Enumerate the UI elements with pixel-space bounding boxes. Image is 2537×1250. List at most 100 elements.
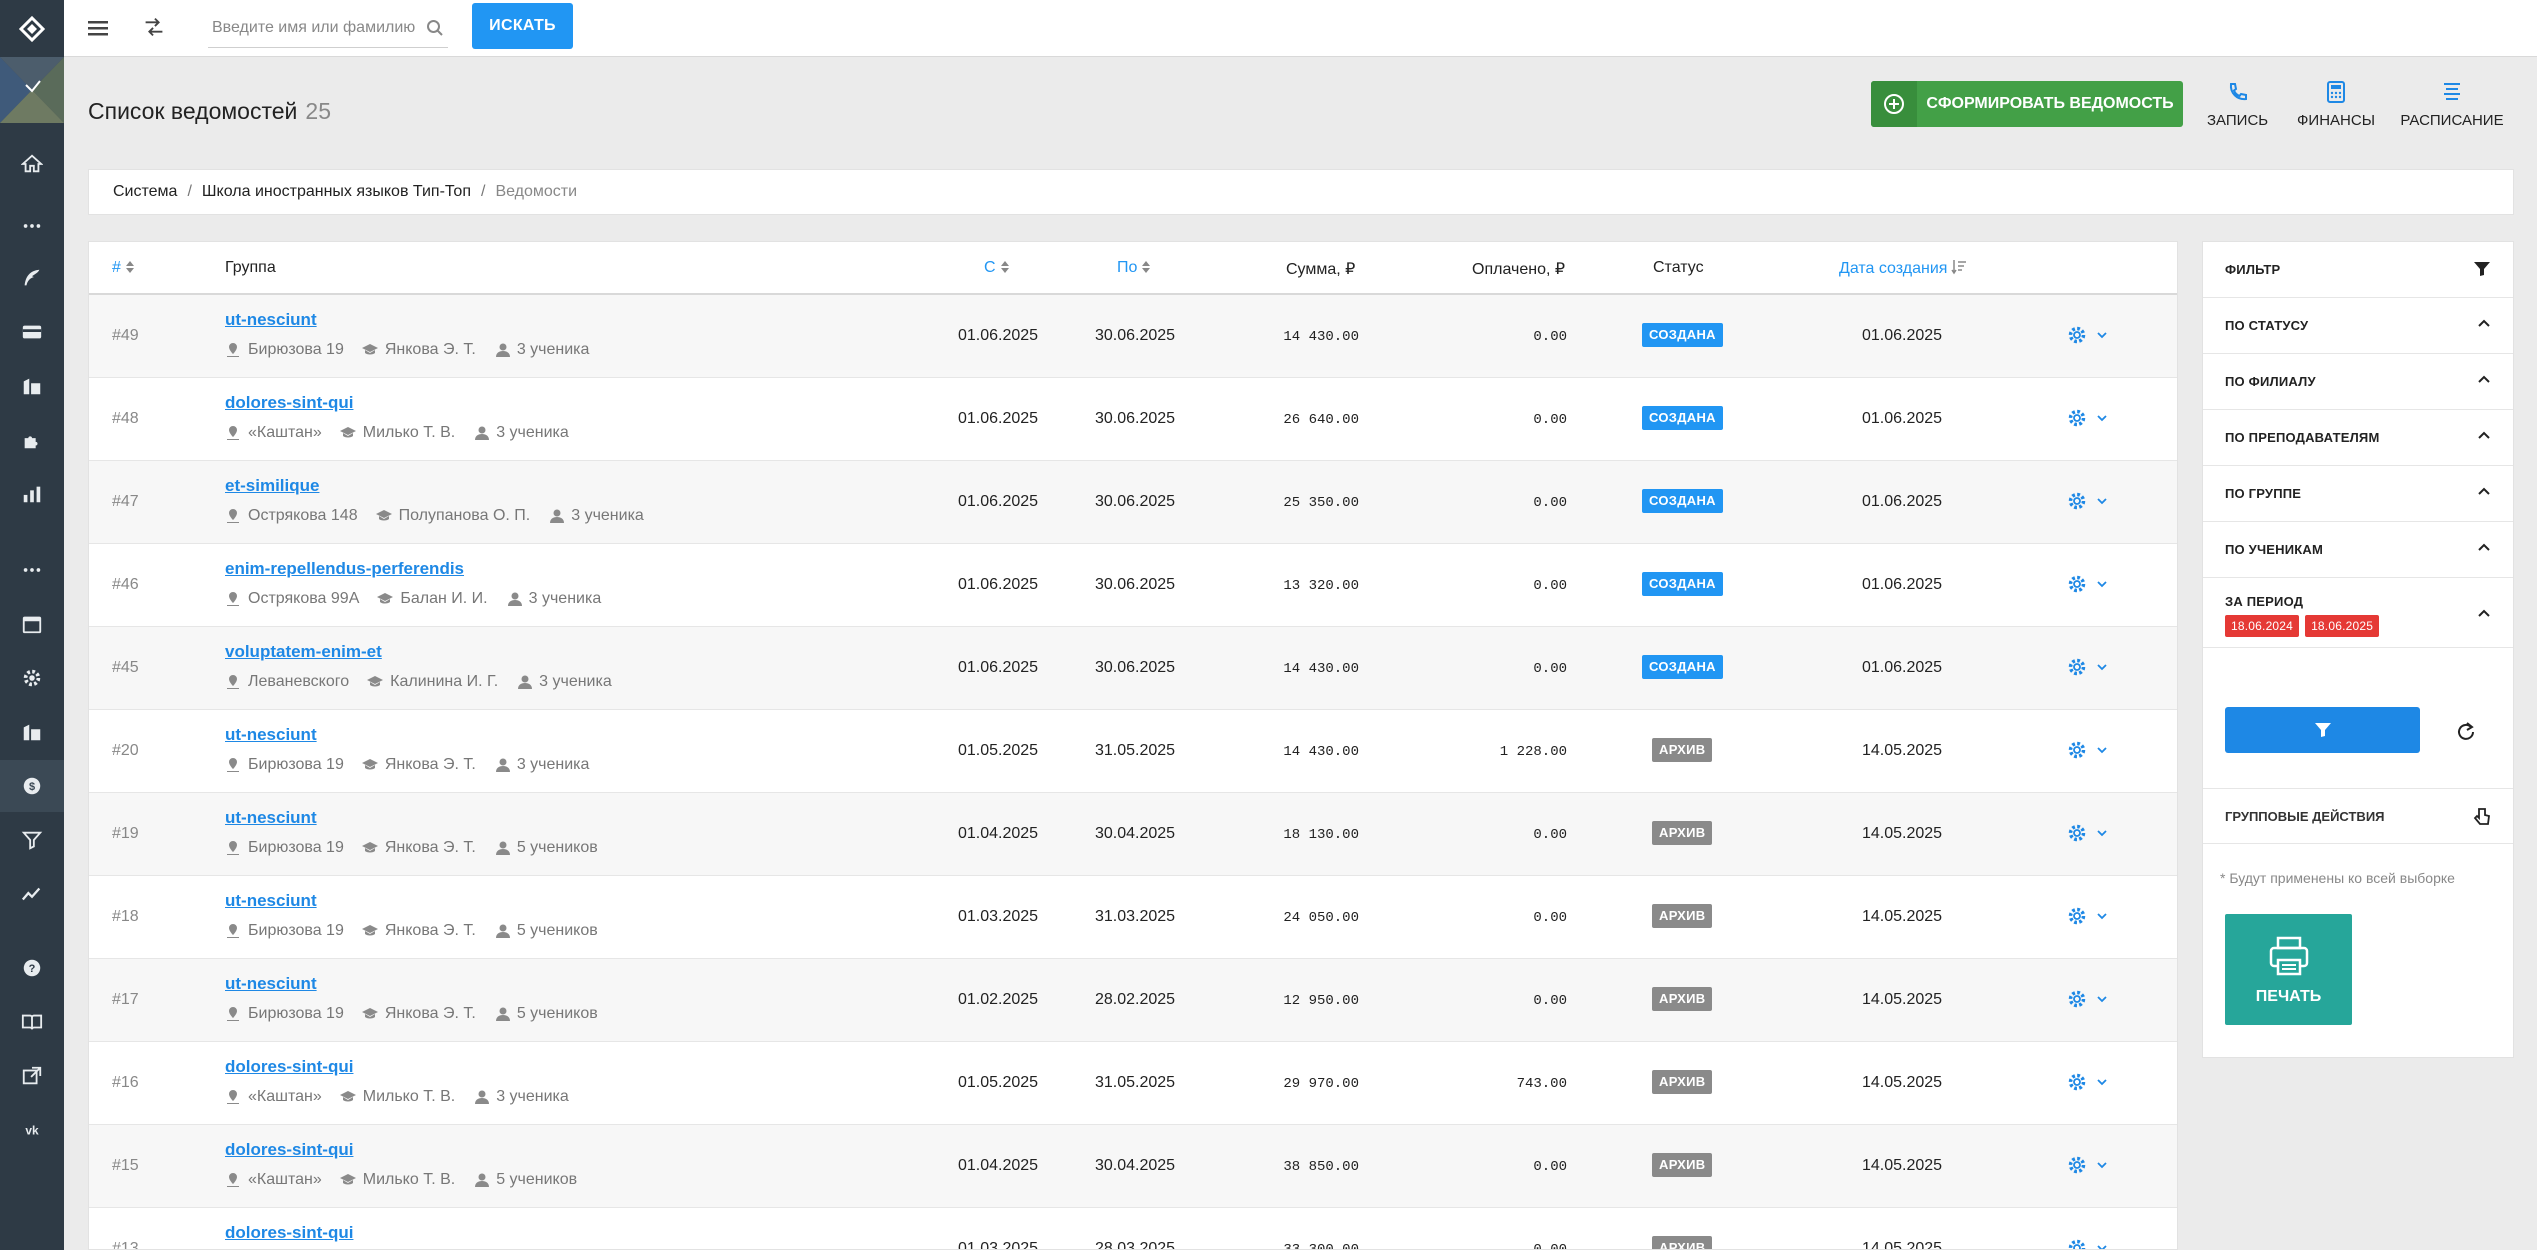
external-link-icon[interactable] bbox=[0, 1050, 64, 1102]
status-badge: АРХИВ bbox=[1652, 987, 1713, 1011]
gear-icon bbox=[2068, 741, 2086, 759]
statement-id: #47 bbox=[112, 493, 139, 510]
period-to: 30.06.2025 bbox=[1095, 410, 1176, 427]
print-button[interactable]: ПЕЧАТЬ bbox=[2225, 914, 2352, 1025]
row-actions-menu[interactable] bbox=[2066, 573, 2108, 595]
top-bar: ИСКАТЬ bbox=[64, 0, 2537, 57]
apply-filter-button[interactable] bbox=[2225, 707, 2420, 753]
group-link[interactable]: ut-nesciunt bbox=[225, 310, 317, 330]
group-link[interactable]: dolores-sint-qui bbox=[225, 1223, 353, 1243]
schedule-icon bbox=[2400, 78, 2504, 106]
more-dots-icon-2[interactable] bbox=[0, 544, 64, 596]
period-from-date[interactable]: 18.06.2024 bbox=[2225, 615, 2300, 637]
chevron-up-icon[interactable] bbox=[2477, 608, 2491, 618]
action-schedule[interactable]: РАСПИСАНИЕ bbox=[2400, 78, 2504, 129]
filter-title: ФИЛЬТР bbox=[2225, 262, 2281, 277]
filter-funnel-icon[interactable] bbox=[2473, 261, 2491, 277]
group-link[interactable]: dolores-sint-qui bbox=[225, 1057, 353, 1077]
group-link[interactable]: dolores-sint-qui bbox=[225, 393, 353, 413]
row-actions-menu[interactable] bbox=[2066, 905, 2108, 927]
period-from: 01.03.2025 bbox=[958, 908, 1039, 925]
search-button[interactable]: ИСКАТЬ bbox=[472, 3, 573, 49]
table-row: #15 dolores-sint-qui «Каштан» Милько Т. В. 5… bbox=[89, 1125, 2177, 1208]
group-actions-label: ГРУППОВЫЕ ДЕЙСТВИЯ bbox=[2225, 808, 2385, 824]
breadcrumb-school[interactable]: Школа иностранных языков Тип-Топ bbox=[202, 183, 471, 201]
group-link[interactable]: ut-nesciunt bbox=[225, 974, 317, 994]
row-actions-menu[interactable] bbox=[2066, 407, 2108, 429]
building-icon[interactable] bbox=[0, 360, 64, 412]
puzzle-icon[interactable] bbox=[0, 414, 64, 466]
chevron-down-icon bbox=[2097, 415, 2107, 422]
group-link[interactable]: ut-nesciunt bbox=[225, 725, 317, 745]
branch-name: «Каштан» bbox=[248, 424, 322, 441]
group-link[interactable]: enim-repellendus-perferendis bbox=[225, 559, 464, 579]
help-icon[interactable]: ? bbox=[0, 942, 64, 994]
filter-section-label: ПО ФИЛИАЛУ bbox=[2225, 374, 2316, 389]
sort-icon bbox=[1000, 261, 1009, 273]
students-icon bbox=[495, 1007, 510, 1021]
switch-view-icon[interactable] bbox=[140, 13, 170, 43]
column-from[interactable]: С bbox=[984, 259, 1010, 277]
more-dots-icon[interactable] bbox=[0, 200, 64, 252]
book-icon[interactable] bbox=[0, 996, 64, 1048]
column-to[interactable]: По bbox=[1117, 259, 1151, 277]
row-actions-menu[interactable] bbox=[2066, 1237, 2108, 1249]
row-actions-menu[interactable] bbox=[2066, 1071, 2108, 1093]
feather-icon[interactable] bbox=[0, 252, 64, 304]
group-link[interactable]: voluptatem-enim-et bbox=[225, 642, 382, 662]
chevron-down-icon bbox=[2097, 498, 2107, 505]
create-statement-button[interactable]: СФОРМИРОВАТЬ ВЕДОМОСТЬ bbox=[1871, 81, 2183, 127]
gear-icon bbox=[2068, 575, 2086, 593]
search-box bbox=[208, 8, 448, 48]
breadcrumb-system[interactable]: Система bbox=[113, 183, 177, 201]
card-icon[interactable] bbox=[0, 306, 64, 358]
menu-icon[interactable] bbox=[84, 14, 112, 42]
gear-icon bbox=[2068, 492, 2086, 510]
row-actions-menu[interactable] bbox=[2066, 656, 2108, 678]
column-created[interactable]: Дата создания bbox=[1839, 259, 1967, 278]
filter-section[interactable]: ПО ФИЛИАЛУ bbox=[2203, 354, 2513, 410]
filter-section[interactable]: ПО УЧЕНИКАМ bbox=[2203, 522, 2513, 578]
calendar-icon[interactable] bbox=[0, 598, 64, 650]
row-actions-menu[interactable] bbox=[2066, 822, 2108, 844]
group-link[interactable]: ut-nesciunt bbox=[225, 891, 317, 911]
filter-section[interactable]: ПО ПРЕПОДАВАТЕЛЯМ bbox=[2203, 410, 2513, 466]
svg-text:?: ? bbox=[29, 963, 36, 975]
action-enrollment[interactable]: ЗАПИСЬ bbox=[2207, 78, 2268, 129]
row-actions-menu[interactable] bbox=[2066, 739, 2108, 761]
filter-section[interactable]: ПО СТАТУСУ bbox=[2203, 298, 2513, 354]
group-link[interactable]: ut-nesciunt bbox=[225, 808, 317, 828]
create-statement-label: СФОРМИРОВАТЬ ВЕДОМОСТЬ bbox=[1926, 95, 2174, 112]
row-actions-menu[interactable] bbox=[2066, 490, 2108, 512]
teacher-name: Янкова Э. Т. bbox=[384, 839, 476, 856]
period-to-date[interactable]: 18.06.2025 bbox=[2305, 615, 2380, 637]
row-actions-menu[interactable] bbox=[2066, 324, 2108, 346]
search-icon[interactable] bbox=[426, 19, 444, 37]
home-icon[interactable] bbox=[0, 138, 64, 190]
filter-funnel-icon[interactable] bbox=[0, 814, 64, 866]
status-badge: СОЗДАНА bbox=[1642, 406, 1723, 430]
logo[interactable] bbox=[0, 0, 64, 57]
chart-bars-icon[interactable] bbox=[0, 468, 64, 520]
trend-icon[interactable] bbox=[0, 868, 64, 920]
gear-icon[interactable] bbox=[0, 652, 64, 704]
period-to: 30.06.2025 bbox=[1095, 327, 1176, 344]
group-meta: Бирюзова 19 Янкова Э. Т. 5 учеников bbox=[225, 922, 616, 940]
branch-pin-icon bbox=[227, 1007, 239, 1021]
students-icon bbox=[518, 675, 533, 689]
search-input[interactable] bbox=[208, 8, 418, 48]
group-link[interactable]: et-similique bbox=[225, 476, 319, 496]
sum-value: 25 350.00 bbox=[1283, 495, 1359, 511]
reset-icon[interactable] bbox=[2455, 720, 2477, 742]
row-actions-menu[interactable] bbox=[2066, 988, 2108, 1010]
filter-period[interactable]: ЗА ПЕРИОД 18.06.2024 18.06.2025 bbox=[2203, 578, 2513, 648]
vk-icon[interactable]: vk bbox=[0, 1104, 64, 1156]
row-actions-menu[interactable] bbox=[2066, 1154, 2108, 1176]
group-actions[interactable]: ГРУППОВЫЕ ДЕЙСТВИЯ bbox=[2203, 788, 2513, 844]
finance-icon[interactable]: $ bbox=[0, 760, 64, 812]
group-link[interactable]: dolores-sint-qui bbox=[225, 1140, 353, 1160]
action-finance[interactable]: ФИНАНСЫ bbox=[2296, 78, 2376, 129]
building-icon-2[interactable] bbox=[0, 706, 64, 758]
column-id[interactable]: # bbox=[112, 259, 135, 277]
filter-section[interactable]: ПО ГРУППЕ bbox=[2203, 466, 2513, 522]
